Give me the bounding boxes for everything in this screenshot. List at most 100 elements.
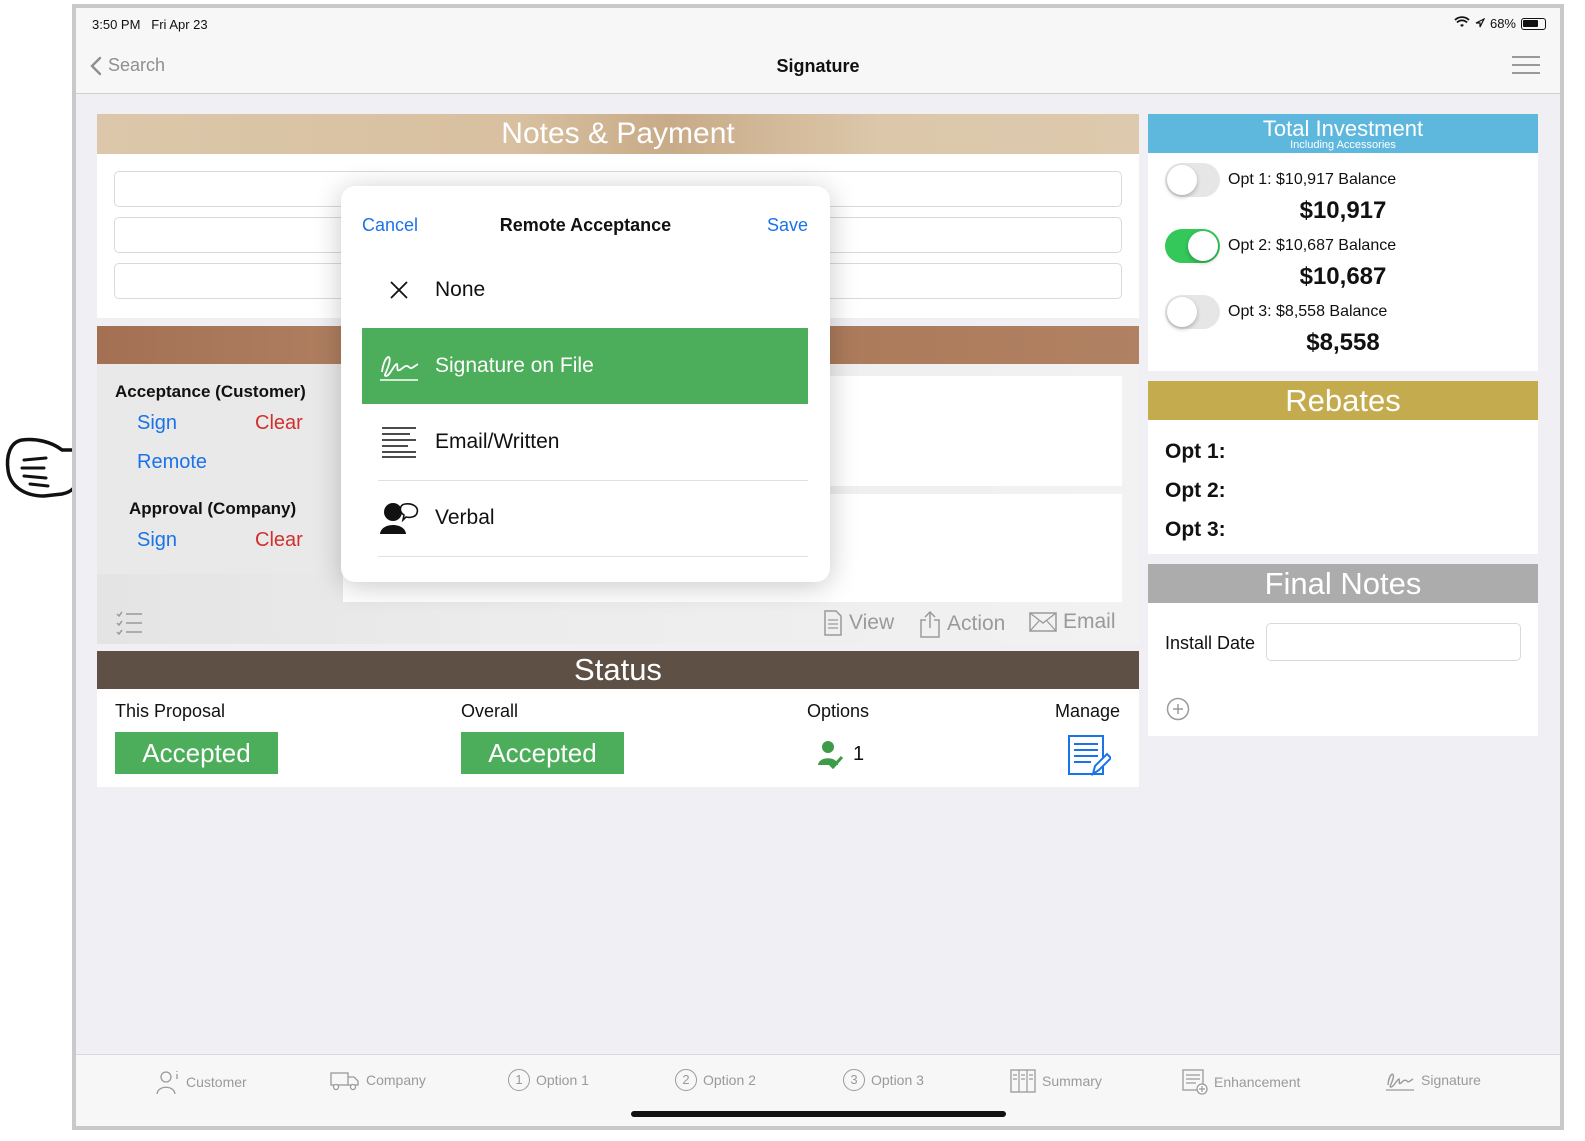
rebate-option-1: Opt 1:	[1165, 440, 1226, 463]
action-button[interactable]: Action	[919, 610, 1005, 638]
email-label: Email	[1063, 610, 1116, 633]
tab-enhancement[interactable]: Enhancement	[1182, 1069, 1300, 1095]
status-body: This Proposal Overall Options Manage Acc…	[97, 689, 1139, 787]
circle-three-icon: 3	[843, 1069, 865, 1091]
option-2-balance: Opt 2: $10,687 Balance	[1228, 237, 1397, 254]
option-2-amount: $10,687	[1299, 263, 1387, 290]
view-button[interactable]: View	[823, 610, 894, 636]
divider	[378, 556, 808, 557]
overall-status-badge: Accepted	[461, 732, 624, 774]
this-proposal-label: This Proposal	[115, 701, 226, 721]
action-label: Action	[947, 612, 1006, 635]
option-none[interactable]: None	[362, 252, 808, 328]
tab-enhancement-label: Enhancement	[1214, 1074, 1301, 1090]
tab-option-2[interactable]: 2 Option 2	[675, 1069, 756, 1091]
signature-icon	[1386, 1073, 1414, 1091]
options-count-value: 1	[853, 742, 865, 765]
signature-controls: Acceptance (Customer) Sign Clear Remote …	[97, 364, 337, 574]
summary-icon	[1010, 1069, 1036, 1093]
rebate-option-3: Opt 3:	[1165, 518, 1226, 541]
total-investment-header: Total Investment Including Accessories	[1148, 114, 1538, 153]
tab-summary[interactable]: Summary	[1010, 1069, 1102, 1093]
tab-customer[interactable]: Customer	[156, 1069, 247, 1095]
tab-signature[interactable]: Signature	[1385, 1069, 1481, 1091]
total-investment-subtitle: Including Accessories	[1290, 139, 1396, 151]
approval-label: Approval (Company)	[129, 499, 297, 518]
person-info-icon	[156, 1071, 178, 1095]
tab-option-3[interactable]: 3 Option 3	[843, 1069, 924, 1091]
status-header: Status	[97, 651, 1139, 689]
close-icon	[389, 281, 408, 299]
acceptance-clear-link[interactable]: Clear	[255, 412, 303, 435]
tab-customer-label: Customer	[186, 1074, 247, 1090]
circle-two-icon: 2	[675, 1069, 697, 1091]
install-date-label: Install Date	[1165, 633, 1256, 653]
total-investment-body: Opt 1: $10,917 Balance $10,917 Opt 2: $1…	[1148, 153, 1538, 371]
manage-icon[interactable]	[1067, 734, 1113, 783]
wifi-icon	[1454, 16, 1470, 31]
tab-bar: Customer Company 1 Option 1 2 Option 2 3…	[76, 1054, 1560, 1126]
option-3-amount: $8,558	[1306, 329, 1380, 356]
email-button[interactable]: Email	[1029, 610, 1116, 634]
option-2-toggle[interactable]	[1165, 229, 1220, 263]
text-lines-icon	[381, 427, 416, 458]
enhancement-icon	[1182, 1069, 1208, 1095]
tab-option-2-label: Option 2	[703, 1072, 756, 1088]
options-label: Options	[807, 701, 870, 721]
overall-label: Overall	[461, 701, 519, 721]
approval-clear-link[interactable]: Clear	[255, 529, 303, 552]
status-date: Fri Apr 23	[151, 17, 208, 32]
menu-icon[interactable]	[1512, 56, 1540, 76]
share-icon	[920, 610, 940, 638]
manage-label: Manage	[1055, 701, 1121, 721]
option-verbal-label: Verbal	[435, 506, 495, 529]
option-email-written[interactable]: Email/Written	[362, 404, 808, 480]
rebate-option-2: Opt 2:	[1165, 479, 1226, 502]
tab-signature-label: Signature	[1421, 1072, 1481, 1088]
option-none-label: None	[435, 278, 486, 301]
navigation-bar: Search Signature	[76, 38, 1560, 94]
option-signature-on-file[interactable]: Signature on File	[362, 328, 808, 404]
remote-link[interactable]: Remote	[137, 451, 207, 474]
tab-option-1[interactable]: 1 Option 1	[508, 1069, 589, 1091]
this-proposal-status-badge: Accepted	[115, 732, 278, 774]
location-icon	[1475, 16, 1486, 31]
view-label: View	[849, 611, 895, 634]
option-1-toggle[interactable]	[1165, 163, 1220, 197]
circle-one-icon: 1	[508, 1069, 530, 1091]
popover-title: Remote Acceptance	[499, 215, 672, 235]
home-indicator	[631, 1111, 1006, 1117]
option-3-balance: Opt 3: $8,558 Balance	[1228, 303, 1388, 320]
save-button[interactable]: Save	[767, 215, 808, 236]
signature-icon	[379, 356, 418, 381]
option-verbal[interactable]: Verbal	[362, 480, 808, 556]
truck-icon	[330, 1072, 359, 1091]
rebates-header: Rebates	[1148, 381, 1538, 420]
document-icon	[824, 610, 842, 636]
option-3-toggle[interactable]	[1165, 295, 1220, 329]
remote-acceptance-popover: Cancel Remote Acceptance Save None Signa…	[341, 186, 830, 582]
option-1-amount: $10,917	[1299, 197, 1387, 224]
device-screen: 3:50 PM Fri Apr 23 68% Search Signature …	[72, 4, 1564, 1130]
checklist-icon[interactable]	[115, 610, 143, 641]
envelope-icon	[1029, 612, 1057, 632]
install-date-field[interactable]	[1266, 623, 1521, 661]
options-count: 1	[817, 739, 864, 769]
tab-company[interactable]: Company	[330, 1069, 426, 1091]
battery-icon	[1521, 17, 1546, 30]
tab-summary-label: Summary	[1042, 1073, 1102, 1089]
tab-option-3-label: Option 3	[871, 1072, 924, 1088]
acceptance-sign-link[interactable]: Sign	[137, 412, 177, 435]
tab-company-label: Company	[366, 1072, 426, 1088]
notes-payment-header: Notes & Payment	[97, 114, 1139, 154]
add-note-icon[interactable]	[1166, 697, 1190, 726]
status-time: 3:50 PM	[92, 17, 141, 32]
rebates-body: Opt 1: Opt 2: Opt 3:	[1148, 420, 1538, 554]
page-title: Signature	[776, 56, 860, 76]
approval-sign-link[interactable]: Sign	[137, 529, 177, 552]
status-bar: 3:50 PM Fri Apr 23 68%	[76, 8, 1560, 38]
tab-option-1-label: Option 1	[536, 1072, 589, 1088]
battery-percent: 68%	[1489, 16, 1516, 31]
final-notes-header: Final Notes	[1148, 564, 1538, 603]
acceptance-label: Acceptance (Customer)	[115, 382, 306, 401]
